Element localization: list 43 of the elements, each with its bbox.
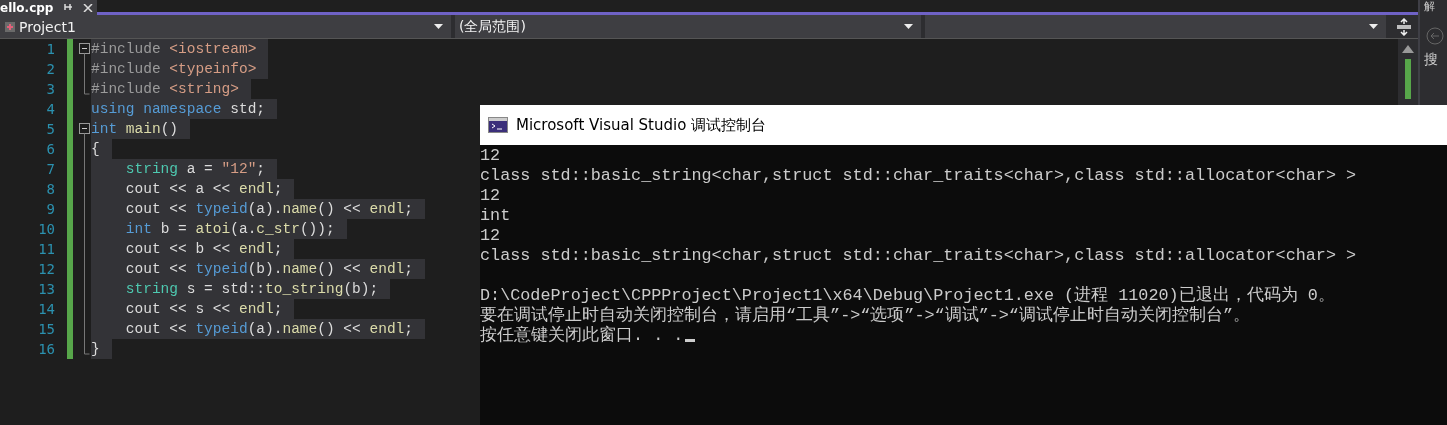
scrollbar[interactable] [1398,39,1418,105]
line-number: 7 [45,160,55,179]
console-icon [488,117,508,133]
split-button[interactable] [1390,15,1418,38]
line-number: 11 [37,240,55,259]
line-number: 3 [45,80,55,99]
split-icon [1396,17,1412,36]
line-number: 5 [45,120,55,139]
caret-icon [904,24,913,29]
line-number: 15 [37,320,55,339]
line-number: 14 [37,300,55,319]
console-output: class std::basic_string<char,struct std::char_traits<char>,class std::allocator<char> > [480,166,1358,186]
document-tab[interactable]: ello.cpp [0,0,98,15]
console-output: 12 [480,186,502,206]
line-number: 6 [45,140,55,159]
line-number: 10 [37,220,55,239]
caret-icon [434,24,443,29]
console-output: 12 [480,146,502,166]
caret-icon [1369,24,1378,29]
search-label: 搜 [1423,51,1439,69]
project-icon [4,20,16,33]
console-message: 按任意键关闭此窗口. . . [480,326,684,346]
panel-title: 解 [1423,0,1436,13]
line-number: 13 [37,280,55,299]
line-number: 4 [45,100,55,119]
console-output: class std::basic_string<char,struct std::char_traits<char>,class std::allocator<char> > [480,246,1358,266]
line-number: 9 [45,200,55,219]
line-number: 12 [37,260,55,279]
console-message: 要在调试停止时自动关闭控制台，请启用“工具”->“选项”->“调试”->“调试停止时自动关闭控制台”。 [480,306,1251,325]
console-message: D:\CodeProject\CPPProject\Project1\x64\Debug\Project1.exe (进程 11020)已退出，代码为 0。 [480,286,1336,305]
line-number: 16 [37,340,55,359]
scope-dropdown[interactable]: (全局范围) [455,15,925,38]
line-number: 1 [45,40,55,59]
line-number: 8 [45,180,55,199]
text-cursor [685,338,696,342]
line-number: 2 [45,60,55,79]
console-output: int [480,206,512,226]
pin-icon[interactable] [63,3,74,12]
console-output: 12 [480,226,502,246]
scroll-up-icon[interactable] [1402,45,1414,53]
title-bar: Microsoft Visual Studio 调试控制台 [480,105,1447,145]
close-icon[interactable] [83,3,94,12]
change-marker [1405,59,1411,99]
